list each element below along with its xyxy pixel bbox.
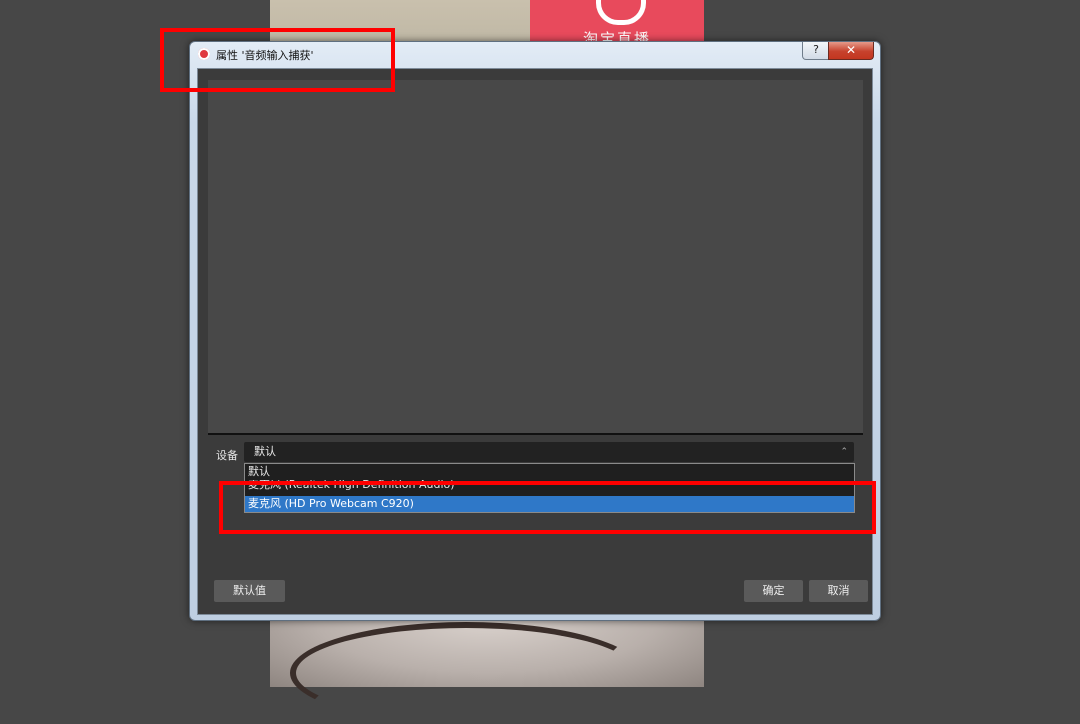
properties-dialog: 属性 '音频输入捕获' ? ✕ 设备 默认 ⌃ 默认 麦克风 (Realtek … xyxy=(189,41,881,621)
device-select-value: 默认 xyxy=(254,445,276,458)
close-button[interactable]: ✕ xyxy=(828,42,874,60)
defaults-button[interactable]: 默认值 xyxy=(214,580,285,602)
logo-glyph-icon xyxy=(596,0,646,25)
device-highlight-annotation xyxy=(219,481,876,534)
device-select[interactable]: 默认 ⌃ xyxy=(244,442,854,462)
device-label: 设备 xyxy=(216,449,238,462)
background-camera-preview-bottom xyxy=(270,614,704,724)
cancel-button[interactable]: 取消 xyxy=(809,580,868,602)
source-preview xyxy=(208,80,863,435)
ok-button[interactable]: 确定 xyxy=(744,580,803,602)
title-highlight-annotation xyxy=(160,28,395,92)
select-arrows-icon: ⌃ xyxy=(840,447,848,457)
device-option-default[interactable]: 默认 xyxy=(245,464,854,480)
help-button[interactable]: ? xyxy=(802,42,830,60)
